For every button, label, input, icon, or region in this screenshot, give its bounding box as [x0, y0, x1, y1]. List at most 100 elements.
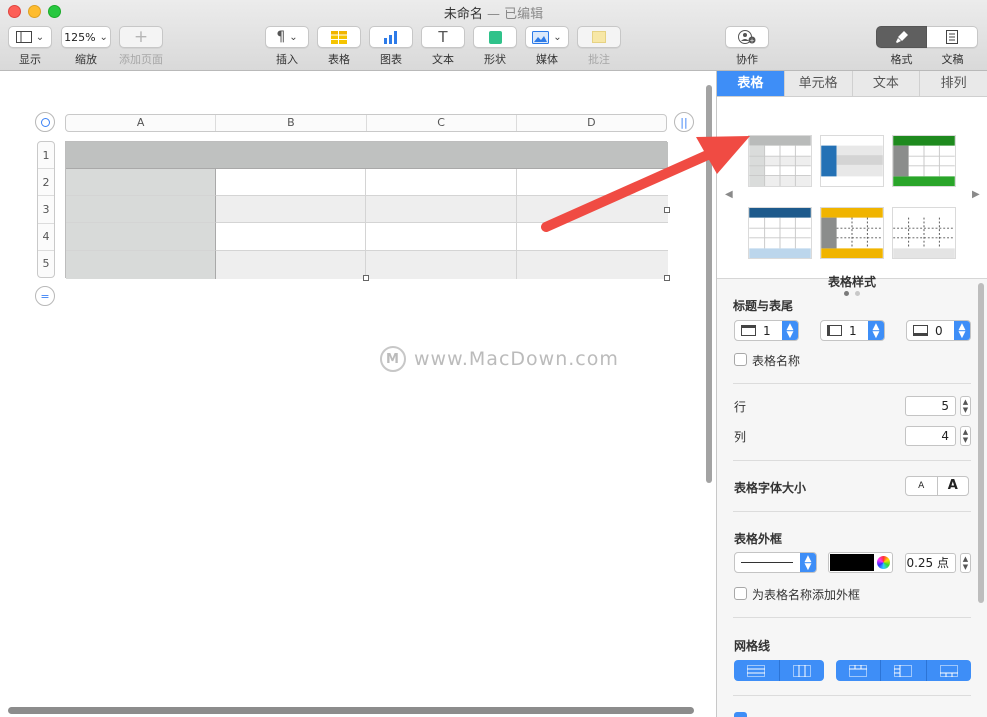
row-header[interactable]: 2	[38, 169, 54, 197]
header-rows-stepper[interactable]: 1 ▲ ▼	[734, 320, 799, 341]
tab-arrange[interactable]: 排列	[920, 71, 987, 96]
previous-styles-arrow-icon[interactable]: ◀	[725, 189, 733, 200]
table-tool[interactable]: 表格	[317, 26, 361, 67]
alternating-rows-checkbox[interactable]	[734, 712, 747, 717]
chart-button[interactable]	[369, 26, 413, 48]
resize-handle[interactable]	[664, 207, 670, 213]
comment-tool[interactable]: 批注	[577, 26, 621, 67]
table-style-blue[interactable]	[820, 135, 884, 187]
table-cell[interactable]	[517, 169, 668, 196]
resize-handle[interactable]	[363, 275, 369, 281]
table-cell[interactable]	[366, 251, 517, 279]
table-cell[interactable]	[366, 169, 517, 196]
vertical-gridlines-button[interactable]	[780, 660, 825, 681]
table-style-green[interactable]	[892, 135, 956, 187]
table-cell[interactable]	[216, 223, 366, 251]
header-column-gridlines-button[interactable]	[881, 660, 927, 681]
tab-table[interactable]: 表格	[717, 71, 785, 96]
chart-tool[interactable]: 图表	[369, 26, 413, 67]
footer-gridlines-button[interactable]	[927, 660, 971, 681]
format-button[interactable]	[876, 26, 927, 48]
document-button[interactable]	[927, 26, 978, 48]
collaborate-button[interactable]: +	[725, 26, 769, 48]
table-header-cell[interactable]	[216, 142, 366, 169]
table-style-navy[interactable]	[748, 207, 812, 259]
row-header[interactable]: 1	[38, 142, 54, 170]
shape-button[interactable]	[473, 26, 517, 48]
horizontal-gridlines-button[interactable]	[734, 660, 780, 681]
row-header[interactable]: 5	[38, 251, 54, 277]
row-header[interactable]: 4	[38, 224, 54, 251]
media-button[interactable]: ⌄	[525, 26, 569, 48]
outline-width-stepper-icon[interactable]: ▲ ▼	[960, 553, 971, 573]
table-style-plain[interactable]	[892, 207, 956, 259]
decrease-font-size-button[interactable]: A	[906, 477, 938, 495]
tab-text[interactable]: 文本	[853, 71, 921, 96]
table-cell[interactable]	[66, 169, 216, 196]
table-header-cell[interactable]	[366, 142, 517, 169]
stepper-arrows-icon[interactable]: ▲ ▼	[782, 321, 798, 340]
table-cell[interactable]	[517, 223, 668, 251]
select-table-handle[interactable]	[35, 112, 55, 132]
columns-input[interactable]: 4	[905, 426, 956, 446]
rows-input[interactable]: 5	[905, 396, 956, 416]
table-style-yellow[interactable]	[820, 207, 884, 259]
table-cell[interactable]	[366, 223, 517, 251]
column-header[interactable]: D	[517, 115, 666, 131]
outline-style-select[interactable]: ▲ ▼	[734, 552, 817, 573]
outline-width-input[interactable]: 0.25 点	[905, 553, 956, 573]
table-header-cell[interactable]	[517, 142, 668, 169]
outline-table-name-checkbox[interactable]	[734, 587, 747, 600]
table-cell[interactable]	[66, 223, 216, 251]
table[interactable]	[65, 141, 668, 279]
view-tool[interactable]: ⌄ 显示	[8, 26, 52, 67]
column-header[interactable]: C	[367, 115, 517, 131]
canvas-horizontal-scrollbar[interactable]	[8, 707, 694, 714]
next-styles-arrow-icon[interactable]: ▶	[972, 189, 980, 200]
tab-cell[interactable]: 单元格	[785, 71, 853, 96]
text-button[interactable]: T	[421, 26, 465, 48]
table-style-gray[interactable]	[748, 135, 812, 187]
add-page-tool[interactable]: + 添加页面	[119, 26, 163, 67]
table-cell[interactable]	[216, 251, 366, 279]
canvas-vertical-scrollbar[interactable]	[706, 85, 712, 483]
column-header[interactable]: A	[66, 115, 217, 131]
header-row-gridlines-button[interactable]	[836, 660, 882, 681]
add-page-button[interactable]: +	[119, 26, 163, 48]
row-header[interactable]: 3	[38, 196, 54, 224]
table-cell[interactable]	[366, 196, 517, 223]
stepper-arrows-icon[interactable]: ▲ ▼	[868, 321, 884, 340]
table-button[interactable]	[317, 26, 361, 48]
add-column-handle[interactable]: ||	[674, 112, 694, 132]
table-cell[interactable]	[517, 251, 668, 279]
increase-font-size-button[interactable]: A	[938, 477, 969, 495]
shape-tool[interactable]: 形状	[473, 26, 517, 67]
color-wheel-icon[interactable]	[877, 556, 890, 569]
column-header[interactable]: B	[216, 115, 367, 131]
inspector-scrollbar[interactable]	[978, 283, 984, 603]
stepper-arrows-icon[interactable]: ▲ ▼	[954, 321, 970, 340]
insert-button[interactable]: ¶ ⌄	[265, 26, 309, 48]
table-cell[interactable]	[517, 196, 668, 223]
table-cell[interactable]	[66, 196, 216, 223]
text-tool[interactable]: T 文本	[421, 26, 465, 67]
stepper-arrows-icon[interactable]: ▲ ▼	[800, 553, 816, 572]
columns-stepper-icon[interactable]: ▲ ▼	[960, 426, 971, 446]
view-button[interactable]: ⌄	[8, 26, 52, 48]
footer-rows-stepper[interactable]: 0 ▲ ▼	[906, 320, 971, 341]
add-row-handle[interactable]: =	[35, 286, 55, 306]
insert-tool[interactable]: ¶ ⌄ 插入	[265, 26, 309, 67]
zoom-button[interactable]: 125% ⌄	[61, 26, 111, 48]
table-name-checkbox[interactable]	[734, 353, 747, 366]
page-dot[interactable]	[844, 291, 849, 296]
table-cell[interactable]	[216, 169, 366, 196]
resize-handle[interactable]	[664, 275, 670, 281]
outline-color-well[interactable]	[828, 552, 893, 573]
page-dot[interactable]	[855, 291, 860, 296]
table-cell[interactable]	[216, 196, 366, 223]
header-columns-stepper[interactable]: 1 ▲ ▼	[820, 320, 885, 341]
table-header-cell[interactable]	[66, 142, 216, 169]
comment-button[interactable]	[577, 26, 621, 48]
zoom-tool[interactable]: 125% ⌄ 缩放	[61, 26, 111, 67]
table-cell[interactable]	[66, 251, 216, 279]
